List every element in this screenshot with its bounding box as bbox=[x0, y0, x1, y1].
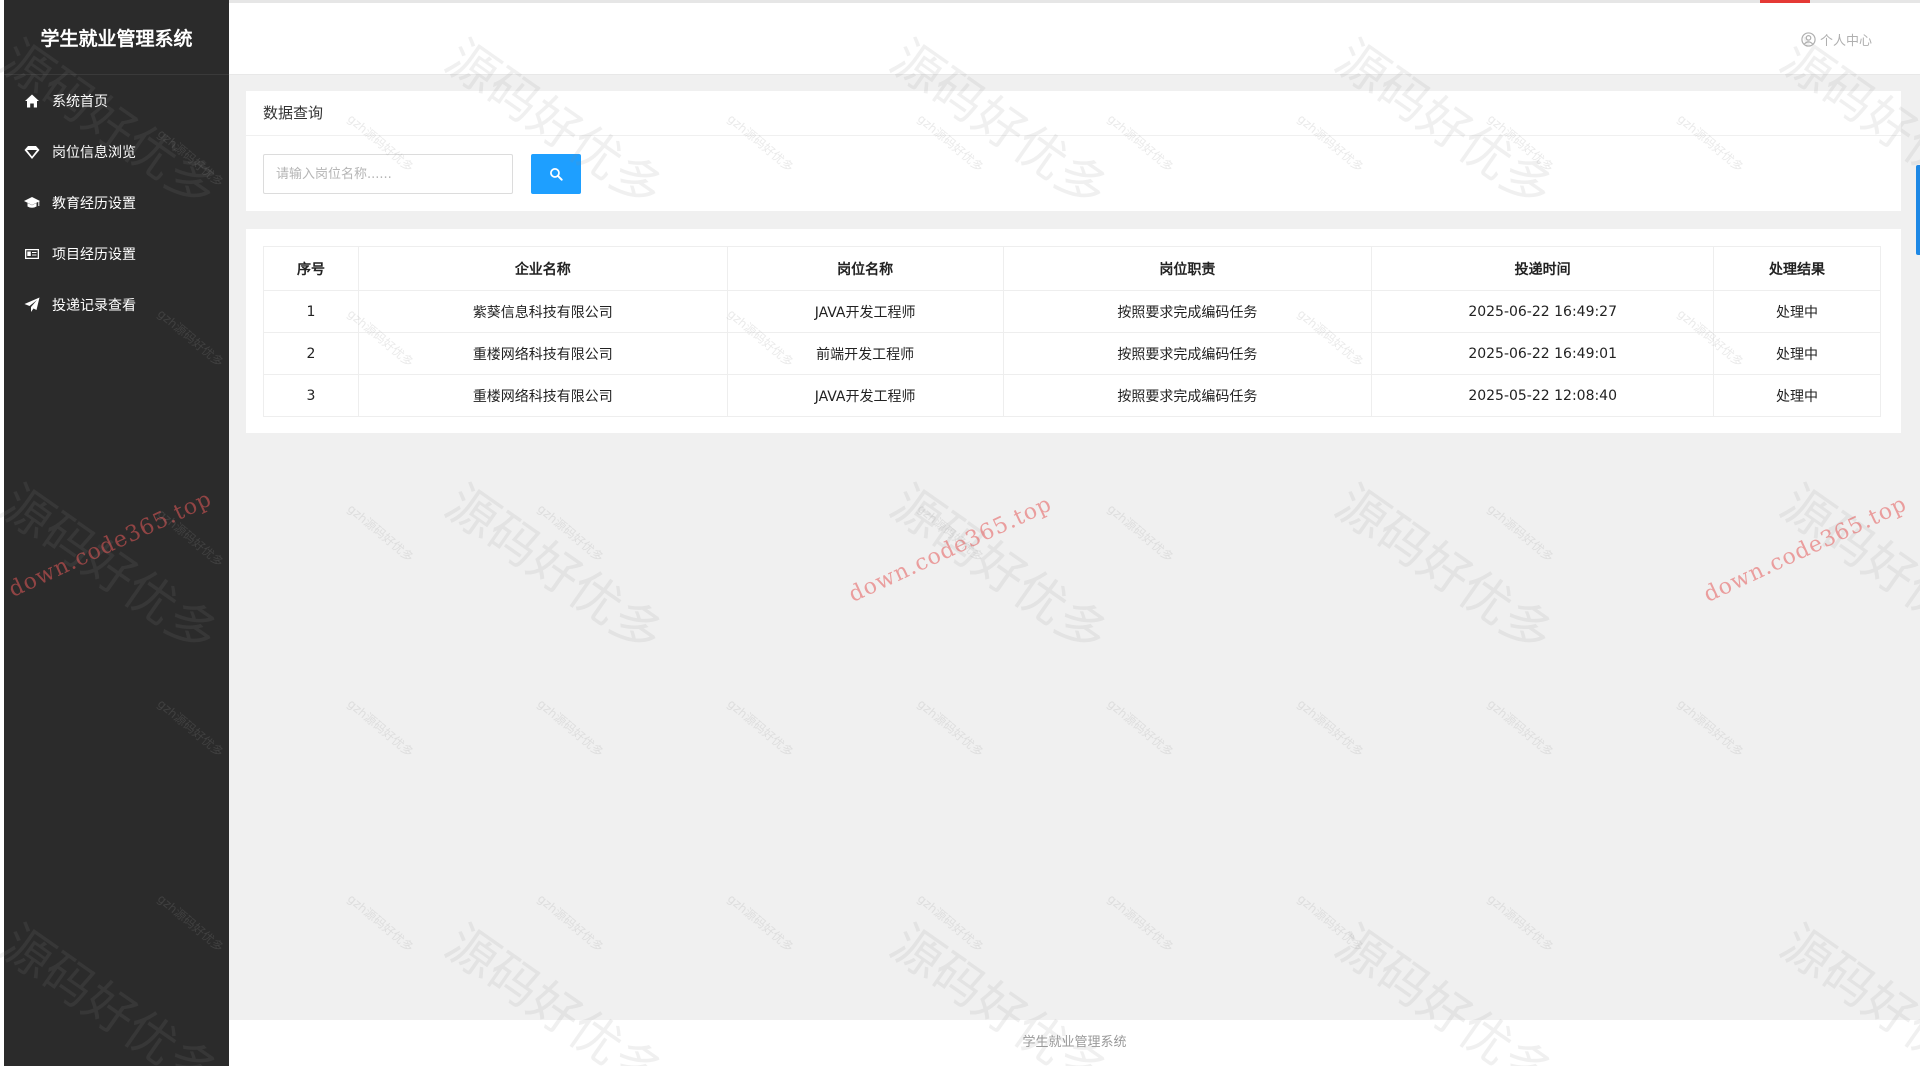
strip-accent bbox=[1760, 0, 1810, 3]
table-cell: JAVA开发工程师 bbox=[726, 374, 1004, 417]
side-scroll-tab[interactable] bbox=[1916, 165, 1920, 255]
sidebar-item-label: 教育经历设置 bbox=[52, 195, 136, 212]
table-cell: 紫葵信息科技有限公司 bbox=[357, 290, 728, 333]
sidebar-item-home[interactable]: 系统首页 bbox=[4, 75, 229, 126]
records-panel: 序号 企业名称 岗位名称 岗位职责 投递时间 处理结果 1 紫葵信息科技有限公司… bbox=[246, 229, 1901, 433]
sidebar-item-education[interactable]: 教育经历设置 bbox=[4, 177, 229, 228]
table-cell: 2025-05-22 12:08:40 bbox=[1371, 374, 1715, 417]
table-cell: 处理中 bbox=[1713, 374, 1881, 417]
table-cell: 重楼网络科技有限公司 bbox=[357, 374, 728, 417]
application-records-table: 序号 企业名称 岗位名称 岗位职责 投递时间 处理结果 1 紫葵信息科技有限公司… bbox=[263, 246, 1881, 417]
column-header: 岗位名称 bbox=[726, 246, 1004, 291]
table-cell: 2025-06-22 16:49:01 bbox=[1371, 332, 1715, 375]
column-header: 序号 bbox=[263, 246, 359, 291]
table-cell: 2 bbox=[263, 332, 359, 375]
graduation-cap-icon bbox=[22, 195, 42, 211]
home-icon bbox=[22, 93, 42, 109]
table-cell: 前端开发工程师 bbox=[726, 332, 1004, 375]
search-icon bbox=[550, 168, 563, 181]
column-header: 岗位职责 bbox=[1002, 246, 1373, 291]
table-cell: 3 bbox=[263, 374, 359, 417]
sidebar-item-job-browse[interactable]: 岗位信息浏览 bbox=[4, 126, 229, 177]
send-icon bbox=[22, 297, 42, 313]
search-button[interactable] bbox=[531, 154, 581, 194]
search-row bbox=[263, 154, 581, 194]
user-center-label: 个人中心 bbox=[1819, 34, 1872, 49]
user-circle-icon bbox=[1801, 32, 1816, 47]
table-cell: 按照要求完成编码任务 bbox=[1002, 290, 1373, 333]
top-bar: 个人中心 bbox=[229, 0, 1920, 75]
table-cell: 2025-06-22 16:49:27 bbox=[1371, 290, 1715, 333]
column-header: 投递时间 bbox=[1371, 246, 1715, 291]
table-cell: 处理中 bbox=[1713, 332, 1881, 375]
app-title: 学生就业管理系统 bbox=[4, 0, 229, 75]
search-panel: 数据查询 bbox=[246, 91, 1901, 211]
page-footer: 学生就业管理系统 bbox=[229, 1020, 1920, 1066]
main-content: 个人中心 数据查询 请输入岗位名称...... 序号 企业名称 岗位名称 岗位职… bbox=[229, 0, 1920, 1066]
sidebar-item-label: 系统首页 bbox=[52, 93, 108, 110]
sidebar-nav: 系统首页 岗位信息浏览 教育经历设置 项目经历设置 投递记录查看 bbox=[4, 75, 229, 330]
table-cell: 按照要求完成编码任务 bbox=[1002, 374, 1373, 417]
diamond-icon bbox=[22, 144, 42, 160]
table-cell: 1 bbox=[263, 290, 359, 333]
job-name-search-input[interactable] bbox=[263, 154, 513, 194]
sidebar-item-label: 岗位信息浏览 bbox=[52, 144, 136, 161]
table-cell: 处理中 bbox=[1713, 290, 1881, 333]
column-header: 处理结果 bbox=[1713, 246, 1881, 291]
table-row: 1 紫葵信息科技有限公司 JAVA开发工程师 按照要求完成编码任务 2025-0… bbox=[263, 290, 1881, 333]
id-card-icon bbox=[22, 246, 42, 262]
column-header: 企业名称 bbox=[357, 246, 728, 291]
sidebar: 学生就业管理系统 系统首页 岗位信息浏览 教育经历设置 项目经历设置 投递记录查… bbox=[0, 0, 229, 1066]
app-root: 学生就业管理系统 系统首页 岗位信息浏览 教育经历设置 项目经历设置 投递记录查… bbox=[0, 0, 1920, 1066]
search-panel-title: 数据查询 bbox=[246, 91, 1901, 136]
sidebar-item-label: 投递记录查看 bbox=[52, 297, 136, 314]
table-header-row: 序号 企业名称 岗位名称 岗位职责 投递时间 处理结果 bbox=[263, 246, 1881, 291]
sidebar-item-label: 项目经历设置 bbox=[52, 246, 136, 263]
table-row: 2 重楼网络科技有限公司 前端开发工程师 按照要求完成编码任务 2025-06-… bbox=[263, 332, 1881, 375]
sidebar-item-projects[interactable]: 项目经历设置 bbox=[4, 228, 229, 279]
table-cell: 重楼网络科技有限公司 bbox=[357, 332, 728, 375]
table-cell: 按照要求完成编码任务 bbox=[1002, 332, 1373, 375]
user-center-link[interactable]: 个人中心 bbox=[1801, 30, 1872, 49]
table-row: 3 重楼网络科技有限公司 JAVA开发工程师 按照要求完成编码任务 2025-0… bbox=[263, 374, 1881, 417]
sidebar-item-applications[interactable]: 投递记录查看 bbox=[4, 279, 229, 330]
table-cell: JAVA开发工程师 bbox=[726, 290, 1004, 333]
browser-strip bbox=[229, 0, 1920, 3]
